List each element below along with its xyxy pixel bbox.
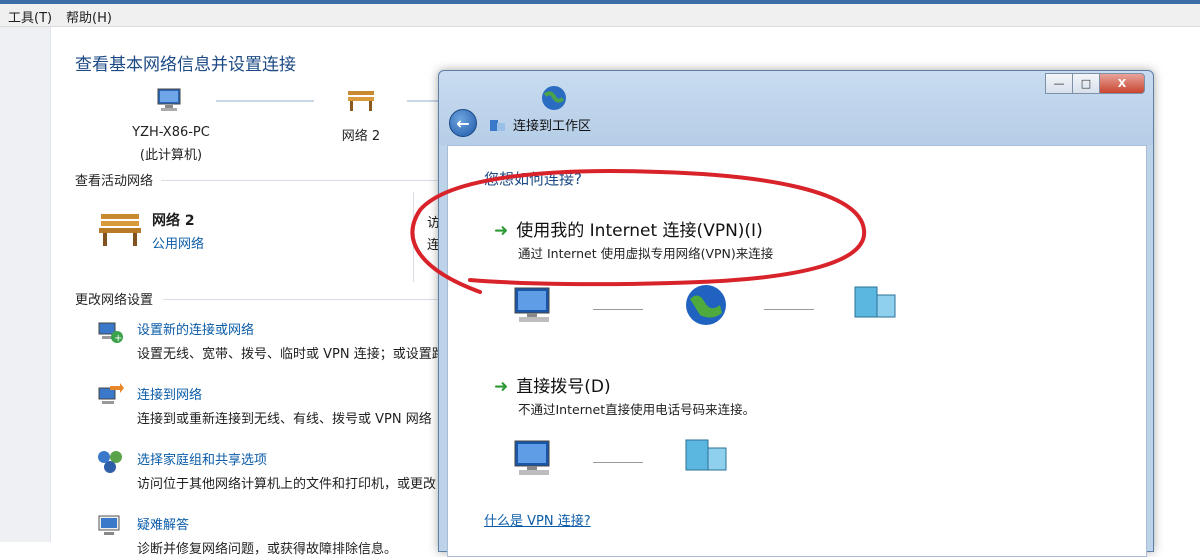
annotation-circle: [410, 169, 867, 294]
